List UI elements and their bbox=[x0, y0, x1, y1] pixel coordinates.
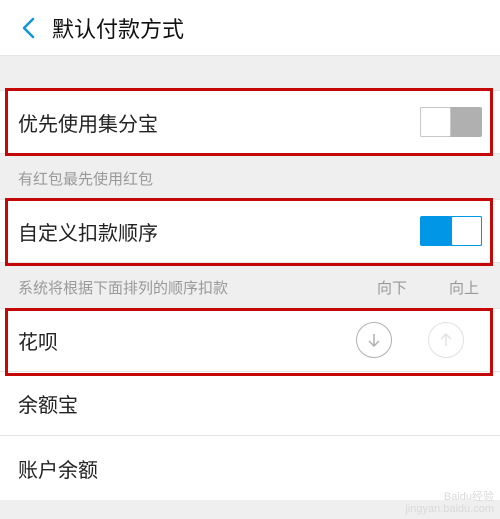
move-down-button[interactable] bbox=[356, 322, 392, 358]
hint-down: 向下 bbox=[356, 277, 428, 298]
row-label-jifenbao: 优先使用集分宝 bbox=[18, 108, 420, 137]
payment-row-yuebao[interactable]: 余额宝 bbox=[0, 372, 500, 436]
row-jifenbao: 优先使用集分宝 bbox=[0, 90, 500, 154]
hint-order-desc: 系统将根据下面排列的顺序扣款 bbox=[18, 277, 356, 298]
payment-row-huabei: 花呗 bbox=[0, 308, 500, 372]
header: 默认付款方式 bbox=[0, 0, 500, 56]
hint-hongbao: 有红包最先使用红包 bbox=[0, 154, 500, 199]
row-label-custom-order: 自定义扣款顺序 bbox=[18, 217, 420, 246]
watermark: Baidu经验 jingyan.baidu.com bbox=[405, 491, 494, 515]
page-title: 默认付款方式 bbox=[52, 12, 184, 44]
hint-up: 向上 bbox=[428, 277, 500, 298]
hint-order: 系统将根据下面排列的顺序扣款 向下 向上 bbox=[0, 263, 500, 308]
payment-label: 花呗 bbox=[18, 326, 338, 355]
payment-label: 账户余额 bbox=[18, 454, 482, 483]
row-custom-order: 自定义扣款顺序 bbox=[0, 199, 500, 263]
back-icon[interactable] bbox=[12, 12, 44, 44]
toggle-custom-order[interactable] bbox=[420, 216, 482, 246]
toggle-jifenbao[interactable] bbox=[420, 107, 482, 137]
move-up-button bbox=[428, 322, 464, 358]
payment-label: 余额宝 bbox=[18, 389, 482, 418]
